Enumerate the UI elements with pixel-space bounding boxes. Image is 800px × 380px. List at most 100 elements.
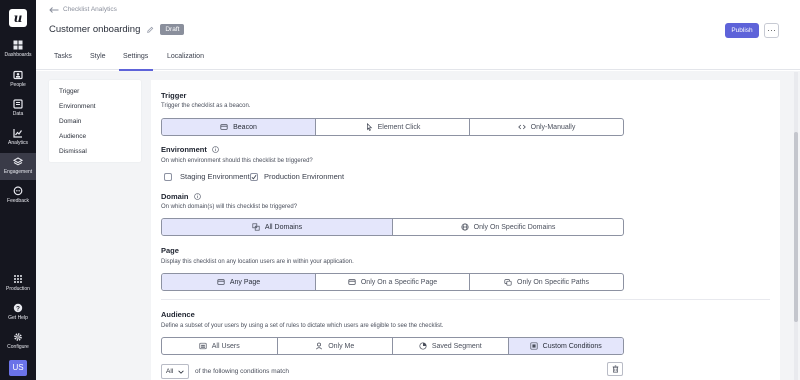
- info-icon[interactable]: [212, 146, 219, 153]
- option-label: All Domains: [264, 223, 303, 231]
- trigger-option-only-manually[interactable]: Only-Manually: [469, 119, 623, 135]
- tab-localization[interactable]: Localization: [167, 53, 204, 60]
- checkbox-label: Production Environment: [264, 172, 345, 181]
- arrow-left-icon: [49, 6, 59, 13]
- option-label: Any Page: [229, 278, 261, 286]
- info-icon[interactable]: [193, 193, 201, 200]
- production-grid-icon: [14, 275, 22, 283]
- sidebar: u Dashboards People Data Analytics Engag…: [0, 0, 36, 380]
- domain-option-all-domains[interactable]: All Domains: [162, 219, 392, 235]
- sidebar-item-analytics[interactable]: Analytics: [0, 128, 36, 150]
- subnav-item-environment[interactable]: Environment: [59, 103, 96, 110]
- sidebar-item-label: Engagement: [3, 169, 33, 175]
- ellipsis-icon: [767, 29, 776, 32]
- option-label: Saved Segment: [431, 342, 482, 350]
- settings-subnav: Trigger Environment Domain Audience Dism…: [49, 80, 141, 162]
- page-option-specific-page[interactable]: Only On a Specific Page: [315, 274, 469, 290]
- checkbox-checked[interactable]: [250, 172, 258, 181]
- chevron-down-icon: [178, 370, 184, 374]
- more-options-button[interactable]: [764, 23, 779, 38]
- cursor-click-icon: [366, 123, 372, 131]
- page-section-title: Page: [161, 246, 179, 255]
- delete-condition-button[interactable]: [607, 362, 623, 376]
- environment-subtitle: On which environment should this checkli…: [161, 158, 313, 164]
- audience-option-only-me[interactable]: Only Me: [276, 338, 393, 354]
- page-subtitle: Display this checklist on any location u…: [161, 259, 354, 265]
- checkbox-label: Staging Environment: [180, 172, 250, 181]
- page-heading: Page: [161, 246, 179, 255]
- segment-pie-icon: [419, 342, 427, 350]
- option-label: Only On Specific Paths: [517, 278, 589, 286]
- option-label: Only-Manually: [530, 123, 576, 131]
- conditions-match-select[interactable]: All: [161, 364, 189, 379]
- option-label: Only On Specific Domains: [473, 223, 556, 231]
- page-option-specific-paths[interactable]: Only On Specific Paths: [469, 274, 623, 290]
- option-label: Beacon: [233, 123, 257, 131]
- tab-settings[interactable]: Settings: [123, 53, 148, 60]
- audience-title: Audience: [161, 310, 195, 319]
- domain-title: Domain: [161, 192, 189, 201]
- sidebar-item-people[interactable]: People: [0, 70, 36, 92]
- sidebar-item-label: Dashboards: [4, 52, 32, 58]
- sidebar-item-configure[interactable]: Configure: [0, 332, 36, 354]
- sidebar-item-dashboards[interactable]: Dashboards: [0, 40, 36, 62]
- sidebar-item-label: People: [10, 82, 26, 88]
- select-value: All: [166, 368, 174, 375]
- tab-tasks[interactable]: Tasks: [54, 53, 72, 60]
- publish-button[interactable]: Publish: [725, 23, 759, 38]
- domain-subtitle: On which domain(s) will this checklist b…: [161, 204, 298, 210]
- option-label: Only Me: [328, 342, 355, 350]
- sidebar-item-feedback[interactable]: Feedback: [0, 186, 36, 208]
- tab-style[interactable]: Style: [90, 53, 106, 60]
- svg-text:?: ?: [16, 305, 20, 312]
- trigger-title: Trigger: [161, 91, 187, 100]
- data-icon: [13, 99, 23, 109]
- trigger-option-element-click[interactable]: Element Click: [315, 119, 469, 135]
- browser-window-icon: [348, 279, 356, 285]
- audience-option-custom-conditions[interactable]: Custom Conditions: [507, 338, 623, 354]
- sidebar-item-label: Feedback: [7, 198, 29, 204]
- domain-option-specific-domains[interactable]: Only On Specific Domains: [392, 219, 623, 235]
- trigger-option-beacon[interactable]: Beacon: [162, 119, 315, 135]
- scrollbar[interactable]: [794, 72, 798, 380]
- audience-option-all-users[interactable]: All Users: [162, 338, 277, 354]
- subnav-item-audience[interactable]: Audience: [59, 133, 86, 140]
- domain-heading: Domain: [161, 192, 201, 201]
- trash-icon: [612, 365, 618, 373]
- sidebar-item-get-help[interactable]: ? Get Help: [0, 303, 36, 325]
- sidebar-item-engagement[interactable]: Engagement: [0, 153, 36, 180]
- page-option-any-page[interactable]: Any Page: [162, 274, 315, 290]
- gear-icon: [14, 333, 22, 341]
- globe-icon: [461, 223, 469, 231]
- back-link[interactable]: Checklist Analytics: [49, 6, 117, 13]
- sidebar-item-data[interactable]: Data: [0, 99, 36, 121]
- checkbox-unchecked[interactable]: [164, 172, 172, 181]
- subnav-item-trigger[interactable]: Trigger: [59, 88, 79, 95]
- custom-conditions-icon: [530, 342, 538, 350]
- trigger-heading: Trigger: [161, 91, 186, 100]
- environment-title: Environment: [161, 145, 207, 154]
- production-environment-checkbox[interactable]: Production Environment: [250, 172, 344, 181]
- option-label: All Users: [211, 342, 240, 350]
- scrollbar-thumb[interactable]: [794, 132, 798, 322]
- pencil-edit-icon[interactable]: [146, 26, 154, 34]
- browser-window-icon: [217, 279, 225, 285]
- avatar[interactable]: US: [9, 360, 27, 376]
- staging-environment-checkbox[interactable]: Staging Environment: [164, 172, 250, 181]
- subnav-item-dismissal[interactable]: Dismissal: [59, 148, 87, 155]
- analytics-chart-icon: [13, 129, 22, 138]
- audience-option-saved-segment[interactable]: Saved Segment: [392, 338, 508, 354]
- tab-bar: Tasks Style Settings Localization: [36, 44, 800, 71]
- app-logo[interactable]: u: [9, 9, 27, 27]
- subnav-item-domain[interactable]: Domain: [59, 118, 81, 125]
- option-label: Element Click: [377, 123, 421, 131]
- conditions-match-text: of the following conditions match: [195, 368, 289, 375]
- sidebar-item-label: Data: [12, 111, 24, 117]
- people-icon: [13, 70, 23, 80]
- sidebar-item-production[interactable]: Production: [0, 274, 36, 296]
- user-icon: [316, 342, 323, 350]
- trigger-options: Beacon Element Click Only-Manually: [161, 118, 624, 136]
- users-icon: [199, 342, 207, 350]
- status-badge: Draft: [160, 24, 185, 35]
- domain-options: All Domains Only On Specific Domains: [161, 218, 624, 236]
